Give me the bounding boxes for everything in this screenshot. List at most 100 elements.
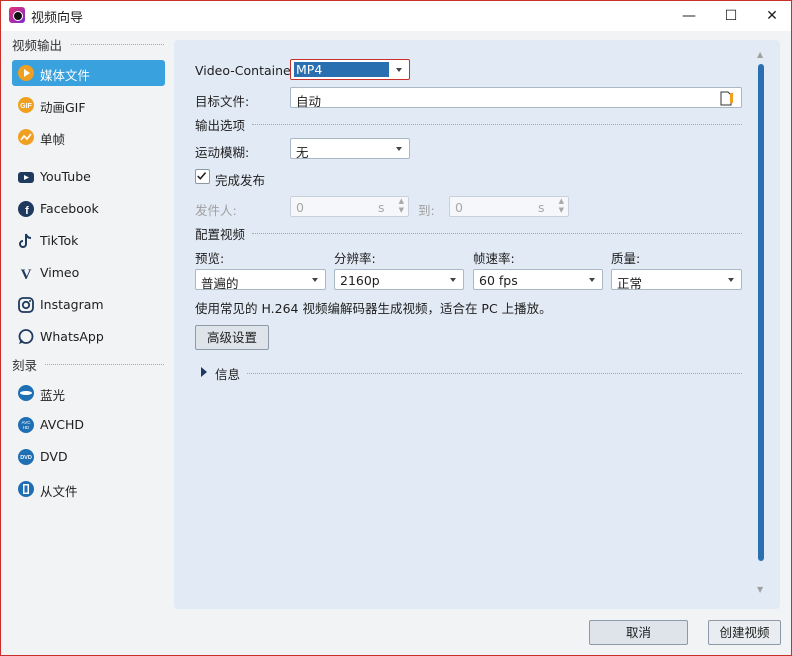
sidebar-item-label: Facebook: [40, 201, 99, 216]
sidebar-item-label: AVCHD: [40, 417, 85, 432]
resolution-select[interactable]: 2160p: [334, 269, 464, 290]
chevron-down-icon: [396, 147, 402, 151]
motion-blur-label: 运动模糊:: [195, 145, 250, 160]
video-wizard-window: 视频向导 — ☐ ✕ 视频输出 媒体文件 GIF 动画GIF 单帧 YouTub…: [0, 0, 792, 656]
sidebar-item-tiktok[interactable]: TikTok: [12, 228, 165, 254]
expand-arrow-icon[interactable]: [199, 366, 209, 378]
check-icon: [197, 172, 207, 180]
scroll-down-icon[interactable]: ▼: [757, 585, 763, 594]
youtube-icon: [18, 172, 34, 183]
svg-text:HD: HD: [23, 425, 30, 430]
sidebar-item-gif[interactable]: GIF 动画GIF: [12, 92, 165, 118]
advanced-settings-button[interactable]: 高级设置: [195, 325, 269, 350]
svg-text:GIF: GIF: [20, 103, 32, 110]
app-logo-icon: [9, 7, 25, 23]
framerate-select[interactable]: 60 fps: [473, 269, 603, 290]
sidebar: 视频输出 媒体文件 GIF 动画GIF 单帧 YouTube f Faceboo…: [1, 31, 171, 655]
publish-checkbox[interactable]: [195, 169, 210, 184]
svg-text:f: f: [25, 205, 29, 217]
output-options-header: 输出选项: [195, 118, 246, 133]
sidebar-item-label: Vimeo: [40, 265, 80, 280]
tiktok-icon: [19, 233, 32, 248]
resolution-value: 2160p: [340, 273, 380, 288]
chevron-down-icon: [589, 278, 595, 282]
config-video-header: 配置视频: [195, 227, 246, 242]
facebook-icon: f: [18, 201, 34, 217]
gif-icon: GIF: [18, 97, 34, 113]
to-value: 0: [455, 200, 463, 215]
group-divider: [252, 233, 742, 234]
quality-select[interactable]: 正常: [611, 269, 742, 291]
sidebar-item-label: 动画GIF: [40, 100, 86, 115]
sidebar-item-from-file[interactable]: 从文件: [12, 476, 165, 502]
sidebar-item-label: 蓝光: [40, 388, 66, 403]
sidebar-item-media-file[interactable]: 媒体文件: [12, 60, 165, 86]
dvd-icon: DVD: [18, 449, 34, 465]
target-file-label: 目标文件:: [195, 94, 250, 109]
to-label: 到:: [418, 203, 435, 218]
group-divider: [252, 124, 742, 125]
folder-browse-icon[interactable]: [719, 90, 735, 106]
target-file-input[interactable]: 自动: [290, 87, 742, 109]
window-title: 视频向导: [31, 11, 84, 26]
maximize-button[interactable]: ☐: [716, 5, 746, 27]
preset-select[interactable]: 普遍的: [195, 269, 326, 291]
bluray-icon: [18, 385, 34, 401]
minimize-button[interactable]: —: [674, 5, 704, 27]
sender-label: 发件人:: [195, 203, 237, 218]
container-select[interactable]: MP4: [290, 59, 410, 80]
sender-spinbox[interactable]: 0 s ▲ ▼: [290, 196, 409, 217]
sidebar-item-single-frame[interactable]: 单帧: [12, 124, 165, 150]
quality-value: 正常: [617, 276, 643, 291]
sidebar-item-label: DVD: [40, 449, 68, 464]
scroll-up-icon[interactable]: ▲: [757, 50, 763, 59]
sidebar-item-label: TikTok: [40, 233, 79, 248]
framerate-value: 60 fps: [479, 273, 518, 288]
sidebar-item-youtube[interactable]: YouTube: [12, 164, 165, 190]
motion-blur-value: 无: [296, 145, 309, 160]
sidebar-item-vimeo[interactable]: V Vimeo: [12, 260, 165, 286]
section-divider: [71, 44, 164, 45]
resolution-label: 分辨率:: [334, 251, 376, 266]
sidebar-item-whatsapp[interactable]: WhatsApp: [12, 324, 165, 350]
vertical-scrollbar[interactable]: ▲ ▼: [757, 50, 764, 594]
chevron-down-icon: [396, 68, 402, 72]
spin-arrows-icon[interactable]: ▲ ▼: [399, 197, 404, 215]
file-disc-icon: [18, 481, 34, 497]
sidebar-item-label: 单帧: [40, 132, 66, 147]
section-divider: [45, 364, 164, 365]
sidebar-item-instagram[interactable]: Instagram: [12, 292, 165, 318]
sidebar-item-facebook[interactable]: f Facebook: [12, 196, 165, 222]
sidebar-item-avchd[interactable]: AVC HD AVCHD: [12, 412, 165, 438]
chevron-down-icon: [312, 278, 318, 282]
spin-arrows-icon[interactable]: ▲ ▼: [559, 197, 564, 215]
to-spinbox[interactable]: 0 s ▲ ▼: [449, 196, 569, 217]
sidebar-item-dvd[interactable]: DVD DVD: [12, 444, 165, 470]
close-button[interactable]: ✕: [757, 5, 787, 27]
sidebar-item-bluray[interactable]: 蓝光: [12, 380, 165, 406]
section-video-output: 视频输出: [12, 38, 63, 53]
info-section-label[interactable]: 信息: [215, 364, 240, 383]
vimeo-icon: V: [21, 267, 32, 282]
to-unit: s: [538, 200, 545, 215]
target-file-value: 自动: [296, 94, 322, 109]
image-frame-icon: [18, 129, 34, 145]
quality-label: 质量:: [611, 251, 641, 266]
avchd-icon: AVCHD: [18, 417, 34, 433]
sender-unit: s: [378, 200, 385, 215]
scrollbar-thumb[interactable]: [758, 64, 764, 561]
chevron-down-icon: [450, 278, 456, 282]
framerate-label: 帧速率:: [473, 251, 515, 266]
svg-text:V: V: [21, 267, 32, 282]
section-burn: 刻录: [12, 358, 38, 373]
whatsapp-icon: [18, 329, 34, 344]
create-video-button[interactable]: 创建视频: [708, 620, 781, 645]
cancel-button[interactable]: 取消: [589, 620, 688, 645]
publish-label: 完成发布: [215, 173, 266, 188]
chevron-down-icon: [728, 278, 734, 282]
svg-text:DVD: DVD: [20, 455, 32, 461]
motion-blur-select[interactable]: 无: [290, 138, 410, 160]
preset-label: 预览:: [195, 251, 225, 266]
sidebar-item-label: 从文件: [40, 484, 78, 499]
sidebar-item-label: YouTube: [40, 169, 91, 184]
